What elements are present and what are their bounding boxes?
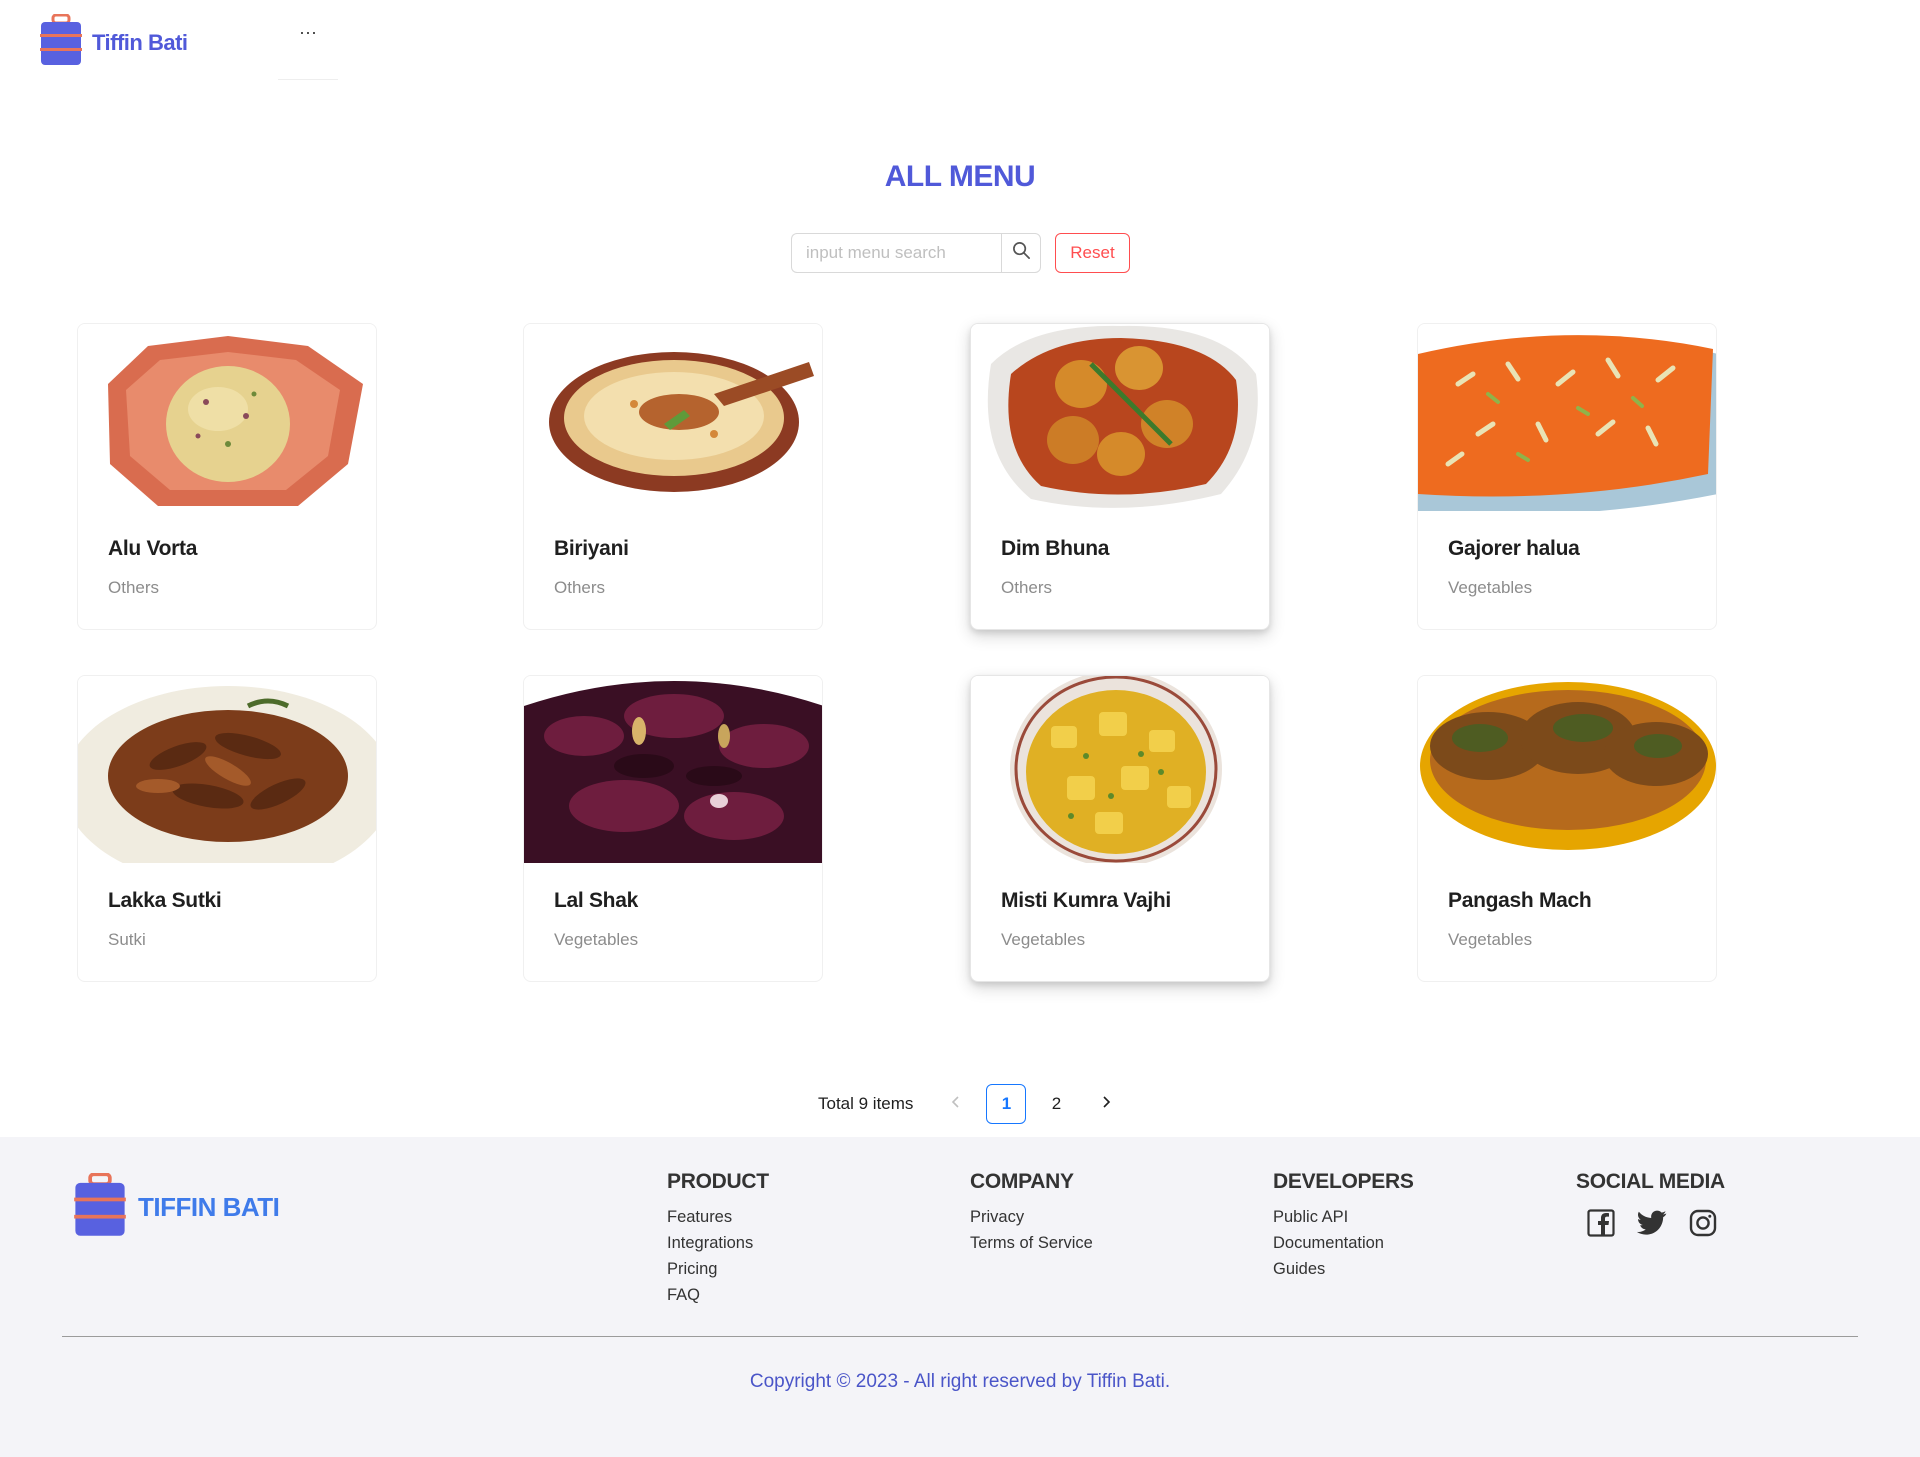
footer-link-features[interactable]: Features (667, 1204, 769, 1230)
lakka-sutki-photo (78, 676, 376, 863)
copyright-text: Copyright © 2023 - All right reserved by… (749, 1371, 1171, 1392)
menu-item-name: Misti Kumra Vajhi (1001, 889, 1171, 912)
social-links (1586, 1208, 1739, 1238)
dim-bhuna-photo (971, 324, 1269, 511)
footer-link-guides[interactable]: Guides (1273, 1256, 1414, 1282)
menu-item-name: Lakka Sutki (108, 889, 222, 912)
page-title: ALL MENU (884, 160, 1036, 193)
menu-item-name: Pangash Mach (1448, 889, 1592, 912)
menu-item-name: Gajorer halua (1448, 537, 1580, 560)
menu-card-lakka-sutki[interactable]: Lakka Sutki Sutki (77, 675, 377, 982)
reset-button[interactable]: Reset (1055, 233, 1130, 273)
twitter-icon[interactable] (1637, 1208, 1667, 1238)
footer-divider (62, 1336, 1858, 1337)
footer-link-integrations[interactable]: Integrations (667, 1230, 769, 1256)
menu-item-category: Vegetables (1001, 930, 1086, 949)
menu-card-biriyani[interactable]: Biriyani Others (523, 323, 823, 630)
footer-developers-column: DEVELOPERS Public API Documentation Guid… (1273, 1170, 1414, 1282)
misti-kumra-vajhi-photo (971, 676, 1269, 863)
lal-shak-photo (524, 676, 822, 863)
search-input[interactable] (791, 233, 1001, 273)
menu-item-name: Dim Bhuna (1001, 537, 1110, 560)
search-icon (1012, 241, 1031, 265)
menu-item-category: Others (554, 578, 606, 597)
menu-item-category: Vegetables (1448, 930, 1533, 949)
menu-card-misti-kumra-vajhi[interactable]: Misti Kumra Vajhi Vegetables (970, 675, 1270, 982)
chevron-right-icon (1100, 1094, 1112, 1114)
footer-link-faq[interactable]: FAQ (667, 1282, 769, 1308)
footer-link-terms[interactable]: Terms of Service (970, 1230, 1093, 1256)
search-group (791, 233, 1041, 273)
footer-link-documentation[interactable]: Documentation (1273, 1230, 1414, 1256)
next-page-button[interactable] (1086, 1084, 1126, 1124)
biriyani-photo (524, 324, 822, 511)
menu-item-category: Others (108, 578, 160, 597)
footer-link-pricing[interactable]: Pricing (667, 1256, 769, 1282)
menu-card-lal-shak[interactable]: Lal Shak Vegetables (523, 675, 823, 982)
tiffin-box-logo-icon (74, 1172, 126, 1242)
footer-product-column: PRODUCT Features Integrations Pricing FA… (667, 1170, 769, 1308)
prev-page-button[interactable] (936, 1084, 976, 1124)
menu-card-gajorer-halua[interactable]: Gajorer halua Vegetables (1417, 323, 1717, 630)
tiffin-box-logo-icon (40, 13, 82, 71)
footer-brand[interactable]: TIFFIN BATI (74, 1172, 280, 1242)
menu-item-name: Alu Vorta (108, 537, 198, 560)
brand-logo-link[interactable]: Tiffin Bati (40, 13, 188, 71)
pangash-mach-photo (1418, 676, 1716, 863)
chevron-left-icon (950, 1094, 962, 1114)
menu-item-category: Vegetables (1448, 578, 1533, 597)
facebook-icon[interactable] (1586, 1208, 1616, 1238)
menu-card-dim-bhuna[interactable]: Dim Bhuna Others (970, 323, 1270, 630)
menu-card-alu-vorta[interactable]: Alu Vorta Others (77, 323, 377, 630)
menu-item-name: Biriyani (554, 537, 629, 560)
footer-brand-name: TIFFIN BATI (138, 1192, 280, 1222)
page-2-button[interactable]: 2 (1036, 1084, 1076, 1124)
page-1-button[interactable]: 1 (986, 1084, 1027, 1124)
more-menu-button[interactable]: ··· (278, 22, 338, 80)
footer-heading: SOCIAL MEDIA (1576, 1170, 1725, 1193)
footer-social-column: SOCIAL MEDIA (1576, 1170, 1739, 1238)
footer-heading: COMPANY (970, 1170, 1074, 1193)
search-button[interactable] (1001, 233, 1041, 273)
footer-heading: DEVELOPERS (1273, 1170, 1414, 1193)
footer-link-public-api[interactable]: Public API (1273, 1204, 1414, 1230)
instagram-icon[interactable] (1688, 1208, 1718, 1238)
footer-link-privacy[interactable]: Privacy (970, 1204, 1093, 1230)
menu-item-category: Vegetables (554, 930, 639, 949)
footer-company-column: COMPANY Privacy Terms of Service (970, 1170, 1093, 1256)
menu-item-category: Sutki (108, 930, 146, 949)
menu-item-category: Others (1001, 578, 1053, 597)
menu-card-pangash-mach[interactable]: Pangash Mach Vegetables (1417, 675, 1717, 982)
site-footer: TIFFIN BATI PRODUCT Features Integration… (0, 1137, 1920, 1457)
pagination: Total 9 items 1 2 (818, 1084, 1131, 1124)
alu-vorta-photo (78, 324, 376, 511)
footer-heading: PRODUCT (667, 1170, 769, 1193)
menu-item-name: Lal Shak (554, 889, 638, 912)
total-items-label: Total 9 items (818, 1094, 914, 1113)
site-header: Tiffin Bati ··· (0, 0, 1920, 80)
brand-name: Tiffin Bati (92, 29, 188, 55)
gajorer-halua-photo (1418, 324, 1716, 511)
search-bar: Reset (791, 233, 1130, 273)
